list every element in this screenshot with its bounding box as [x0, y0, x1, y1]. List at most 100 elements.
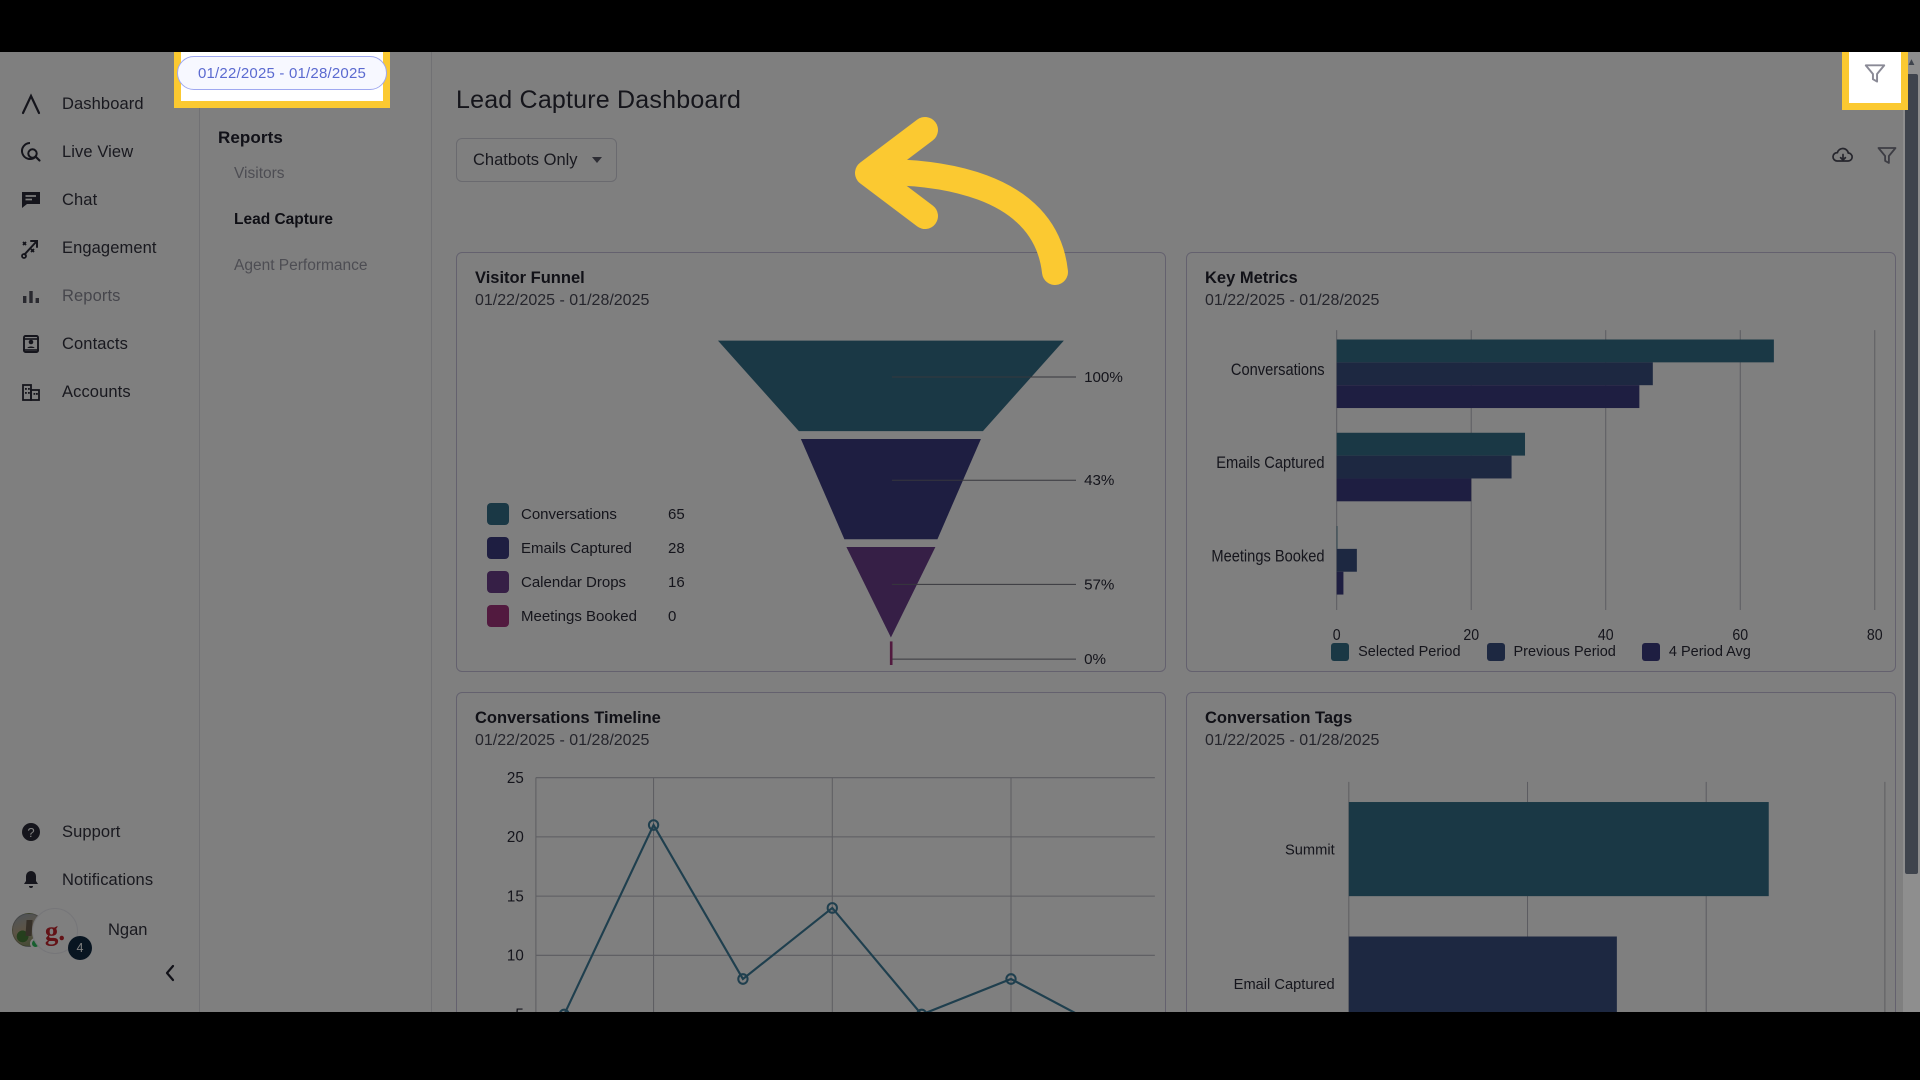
legend-value: 65	[668, 505, 685, 523]
funnel-legend: Conversations 65 Emails Captured 28 Cale…	[487, 497, 737, 633]
data-point	[559, 1008, 570, 1012]
legend-swatch	[487, 571, 509, 593]
sidebar-item-label: Support	[62, 822, 121, 841]
sidebar-item-label: Contacts	[62, 334, 128, 353]
page-title: Lead Capture Dashboard	[456, 86, 742, 114]
scrollbar-thumb[interactable]	[1905, 74, 1918, 874]
legend-item: Selected Period	[1331, 643, 1461, 661]
sidebar-item-label: Engagement	[62, 238, 157, 257]
chevron-left-icon	[165, 964, 175, 982]
engagement-icon	[18, 235, 44, 261]
filter-funnel-icon[interactable]	[1862, 61, 1888, 87]
sidebar-item-accounts[interactable]: Accounts	[0, 368, 199, 416]
legend-value: 28	[668, 539, 685, 557]
funnel-pct-3: 57%	[1084, 577, 1114, 594]
application-window: Dashboard Live View Chat Engagement Repo…	[0, 52, 1920, 1012]
main-content: Lead Capture Dashboard Chatbots Only Vis…	[432, 52, 1920, 1012]
svg-text:Summit: Summit	[1285, 842, 1336, 858]
legend-label: Emails Captured	[521, 539, 632, 557]
bar	[1336, 526, 1338, 549]
tags-chart-area: 0204060SummitEmail Captured	[1187, 761, 1895, 1012]
dashboard-toolbar: Chatbots Only	[456, 137, 1920, 183]
funnel-pct-1: 100%	[1084, 369, 1123, 386]
secondary-nav: ? Support Notifications g. 4 Ngan	[0, 808, 199, 990]
timeline-svg: 25 20 15 10 5	[507, 770, 1155, 1012]
sidebar-item-live-view[interactable]: Live View	[0, 128, 199, 176]
cloud-download-icon[interactable]	[1828, 141, 1858, 171]
sidebar-item-contacts[interactable]: Contacts	[0, 320, 199, 368]
svg-text:Emails Captured: Emails Captured	[1216, 454, 1324, 472]
bar	[1336, 432, 1526, 456]
sidebar-item-reports[interactable]: Reports	[0, 272, 199, 320]
svg-text:15: 15	[507, 888, 524, 905]
legend-swatch	[487, 605, 509, 627]
data-point	[916, 1008, 927, 1012]
source-filter-dropdown[interactable]: Chatbots Only	[456, 138, 617, 182]
subnav-item-agent-performance[interactable]: Agent Performance	[200, 246, 431, 286]
bar	[1336, 548, 1357, 572]
svg-text:?: ?	[27, 825, 34, 840]
legend-swatch	[487, 503, 509, 525]
card-subtitle: 01/22/2025 - 01/28/2025	[1205, 292, 1380, 309]
card-key-metrics: Key Metrics 01/22/2025 - 01/28/2025 0 20 4…	[1186, 252, 1896, 672]
user-profile-row[interactable]: g. 4 Ngan	[0, 904, 199, 960]
key-metrics-chart-area: 0 20 40 60 80 Conversations Emails Captured Mee…	[1187, 321, 1895, 665]
bar	[1336, 385, 1640, 409]
sidebar-item-label: Accounts	[62, 382, 131, 401]
date-range-picker[interactable]: 01/22/2025 - 01/28/2025	[176, 56, 388, 90]
chat-icon	[18, 187, 44, 213]
key-metrics-svg: 0 20 40 60 80 Conversations Emails Captured Mee…	[1211, 330, 1883, 644]
dashboard-grid: Visitor Funnel 01/22/2025 - 01/28/2025 1…	[456, 252, 1896, 1012]
svg-text:40: 40	[1598, 626, 1614, 644]
vertical-scrollbar[interactable]: ▲	[1903, 52, 1920, 1012]
sidebar-item-notifications[interactable]: Notifications	[0, 856, 199, 904]
subnav-section-title: Reports	[218, 128, 283, 147]
accounts-building-icon	[18, 379, 44, 405]
card-subtitle: 01/22/2025 - 01/28/2025	[475, 292, 650, 309]
card-conversations-timeline: Conversations Timeline 01/22/2025 - 01/2…	[456, 692, 1166, 1012]
key-metrics-legend: Selected Period Previous Period 4 Period…	[1187, 643, 1895, 661]
svg-text:20: 20	[507, 829, 524, 846]
funnel-chart-area: 100% 43% 57% 0% Conversations 65 Emails …	[457, 321, 1165, 671]
svg-text:Email Captured: Email Captured	[1234, 977, 1335, 993]
legend-swatch	[1331, 643, 1350, 661]
screen: Dashboard Live View Chat Engagement Repo…	[0, 0, 1920, 1080]
collapse-sidebar-button[interactable]	[150, 956, 190, 990]
funnel-stage-conversations	[717, 340, 1064, 432]
legend-item: Conversations 65	[487, 497, 737, 531]
help-circle-icon: ?	[18, 819, 44, 845]
svg-text:25: 25	[507, 770, 524, 787]
primary-nav: Dashboard Live View Chat Engagement Repo…	[0, 80, 199, 416]
legend-value: 16	[668, 573, 685, 591]
sidebar-item-dashboard[interactable]: Dashboard	[0, 80, 199, 128]
sidebar-item-engagement[interactable]: Engagement	[0, 224, 199, 272]
secondary-sidebar: Reporting Reports Visitors Lead Capture …	[200, 52, 432, 1012]
date-range-highlight: 01/22/2025 - 01/28/2025	[174, 52, 390, 108]
legend-value: 0	[668, 607, 677, 625]
card-title: Visitor Funnel	[475, 269, 585, 287]
bar	[1348, 936, 1617, 1012]
user-name: Ngan	[108, 920, 148, 939]
filter-funnel-icon[interactable]	[1872, 141, 1902, 171]
subnav-item-lead-capture[interactable]: Lead Capture	[200, 200, 431, 240]
bar	[1336, 362, 1653, 386]
legend-item: Meetings Booked 0	[487, 599, 737, 633]
legend-item: Emails Captured 28	[487, 531, 737, 565]
legend-item: 4 Period Avg	[1641, 643, 1751, 661]
bar	[1336, 478, 1472, 502]
subnav-item-visitors[interactable]: Visitors	[200, 154, 431, 194]
logo-lambda-icon	[18, 91, 44, 117]
legend-label: Conversations	[521, 505, 617, 523]
sidebar-item-chat[interactable]: Chat	[0, 176, 199, 224]
sidebar-item-support[interactable]: ? Support	[0, 808, 199, 856]
tags-svg: 0204060SummitEmail Captured	[1234, 781, 1886, 1012]
funnel-pct-2: 43%	[1084, 472, 1114, 489]
card-title: Conversation Tags	[1205, 709, 1353, 727]
card-subtitle: 01/22/2025 - 01/28/2025	[1205, 732, 1380, 749]
bar	[1336, 339, 1774, 363]
svg-text:60: 60	[1732, 626, 1748, 644]
bar	[1348, 802, 1769, 897]
filter-button-highlight	[1842, 52, 1908, 110]
svg-text:20: 20	[1463, 626, 1479, 644]
contacts-icon	[18, 331, 44, 357]
